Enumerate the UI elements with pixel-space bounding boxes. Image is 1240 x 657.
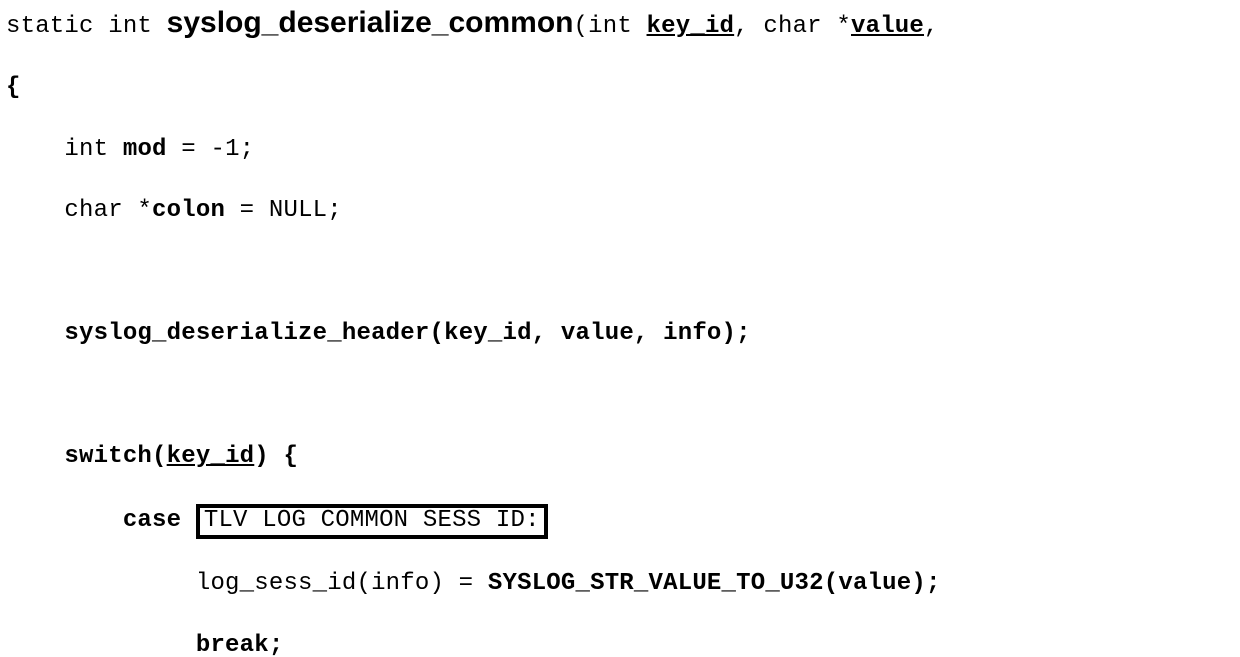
colon-rest: = NULL; (225, 197, 342, 224)
sig-lparen: ( (574, 13, 589, 40)
mod-name: mod (123, 136, 167, 163)
param2-name: value (851, 13, 924, 40)
switch-open: ( (152, 443, 167, 470)
decl-colon: char *colon = NULL; (6, 196, 1234, 227)
case-1-label: case TLV LOG COMMON SESS ID: (6, 504, 1234, 539)
case-1-body-fn: SYSLOG_STR_VALUE_TO_U32 (488, 570, 824, 597)
colon-type: char * (64, 197, 152, 224)
call-args: (key_id, value, info); (429, 320, 750, 347)
blank-line-1 (6, 258, 1234, 289)
case-1-body-post: (value); (824, 570, 941, 597)
call-name: syslog_deserialize_header (64, 320, 429, 347)
code-block: static int syslog_deserialize_common(int… (0, 0, 1240, 657)
call-header: syslog_deserialize_header(key_id, value,… (6, 319, 1234, 350)
param1-type: int (588, 13, 646, 40)
sig-prefix: static int (6, 13, 167, 40)
case-1-body: log_sess_id(info) = SYSLOG_STR_VALUE_TO_… (6, 569, 1234, 600)
switch-line: switch(key_id) { (6, 442, 1234, 473)
switch-kw: switch (64, 443, 152, 470)
decl-mod: int mod = -1; (6, 135, 1234, 166)
mod-type: int (64, 136, 122, 163)
param1-name: key_id (647, 13, 735, 40)
switch-close: ) { (254, 443, 298, 470)
case-1-box: TLV LOG COMMON SESS ID: (196, 504, 548, 539)
break-1: break; (196, 632, 284, 657)
sig-comma1: , (734, 13, 763, 40)
colon-name: colon (152, 197, 225, 224)
sig-trail: , (924, 13, 939, 40)
case-kw-1: case (123, 507, 196, 534)
function-name: syslog_deserialize_common (167, 6, 574, 39)
open-brace: { (6, 73, 1234, 104)
param2-type: char * (763, 13, 851, 40)
function-signature: static int syslog_deserialize_common(int… (6, 4, 1234, 43)
blank-line-2 (6, 381, 1234, 412)
case-1-body-pre: log_sess_id(info) = (196, 570, 488, 597)
case-1-break: break; (6, 631, 1234, 657)
lbrace-text: { (6, 74, 21, 101)
mod-rest: = -1; (167, 136, 255, 163)
switch-var: key_id (167, 443, 255, 470)
